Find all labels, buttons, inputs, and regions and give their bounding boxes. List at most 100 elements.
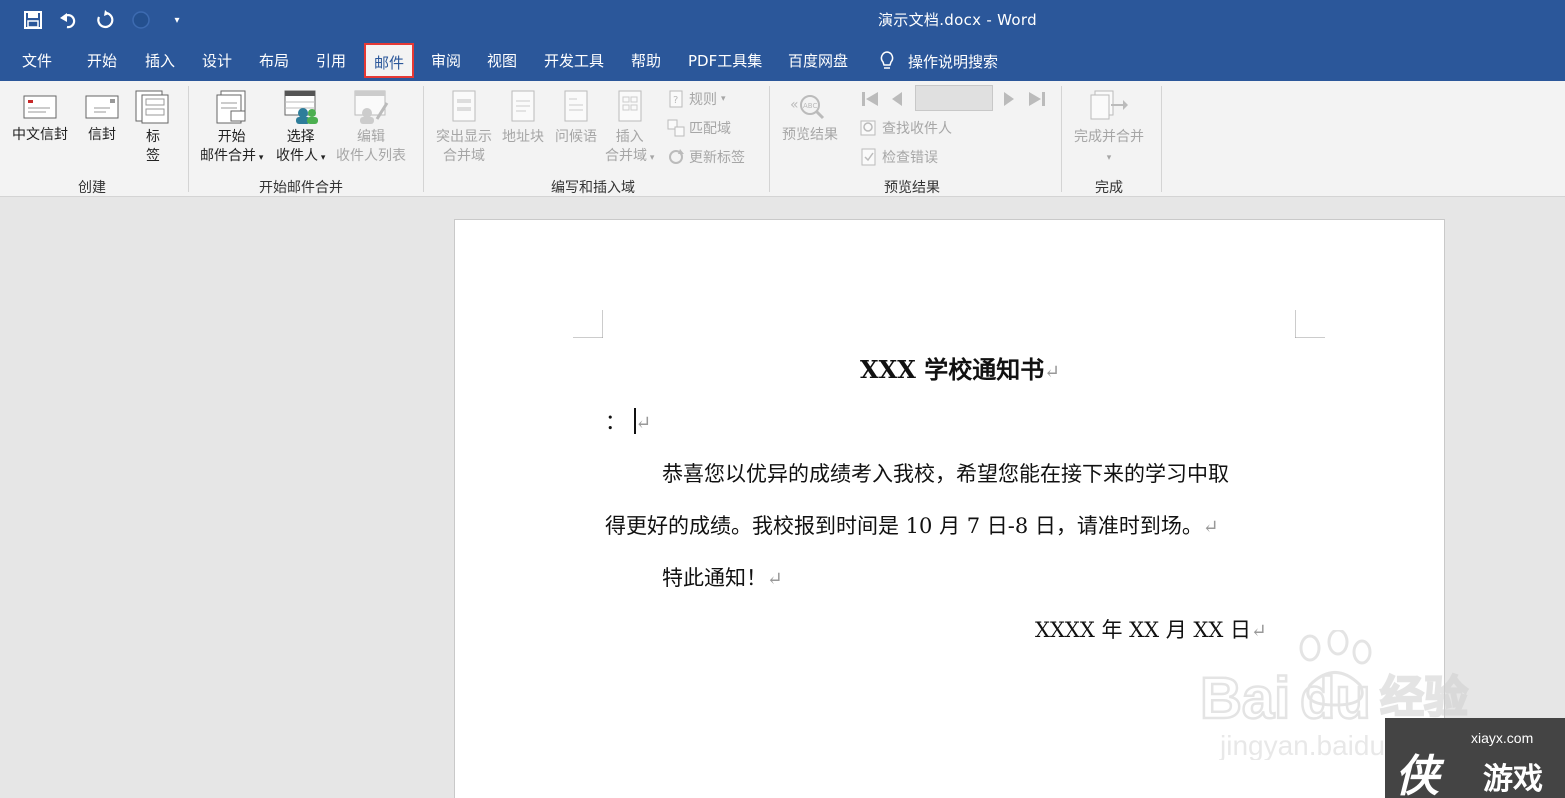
lightbulb-icon	[880, 51, 894, 69]
select-recipients-icon	[284, 90, 318, 124]
rules-button[interactable]: ? 规则 ▾	[667, 89, 726, 109]
match-fields-icon	[667, 119, 685, 137]
body-line-2[interactable]: 得更好的成绩。我校报到时间是 10 月 7 日-8 日，请准时到场。↵	[605, 510, 1219, 540]
labels-button[interactable]: 标 签	[134, 89, 172, 166]
edit-recipient-list-icon	[354, 90, 389, 124]
group-separator	[769, 86, 770, 192]
tab-view[interactable]: 视图	[487, 50, 517, 71]
highlight-fields-icon	[452, 90, 476, 122]
preview-results-label: 预览结果	[782, 127, 838, 143]
envelope-icon	[85, 95, 119, 119]
tab-layout[interactable]: 布局	[259, 50, 289, 71]
labels-label-line2: 签	[146, 148, 160, 164]
highlight-merge-fields-button[interactable]: 突出显示 合并域	[436, 89, 492, 166]
edit-recipient-list-label-line2: 收件人列表	[336, 148, 406, 164]
rules-label: 规则	[689, 92, 717, 108]
touch-mode-icon[interactable]	[130, 9, 152, 31]
closing-line[interactable]: 特此通知！↵	[662, 562, 783, 592]
salutation-line[interactable]: ： ↵	[605, 406, 651, 436]
crop-mark-top-left	[573, 310, 603, 338]
group-separator	[1161, 86, 1162, 192]
watermark-logo: 侠	[1395, 751, 1439, 798]
check-errors-label: 检查错误	[882, 150, 938, 166]
last-record-icon[interactable]	[1027, 89, 1047, 109]
labels-icon	[135, 90, 169, 124]
select-recipients-label-line2: 收件人	[276, 148, 318, 164]
find-recipient-label: 查找收件人	[882, 121, 952, 137]
finish-merge-label: 完成并合并	[1074, 129, 1144, 145]
finish-merge-button[interactable]: 完成并合并 ▾	[1074, 89, 1144, 168]
svg-text:经验: 经验	[1380, 672, 1468, 723]
update-labels-icon	[669, 149, 684, 164]
title-bar: ▾ 演示文档.docx - Word	[0, 0, 1565, 40]
quick-access-toolbar: ▾	[22, 9, 188, 31]
tab-baidu-netdisk[interactable]: 百度网盘	[788, 50, 848, 71]
tab-home[interactable]: 开始	[87, 50, 117, 71]
greeting-line-icon	[564, 90, 588, 122]
select-recipients-button[interactable]: 选择 收件人 ▾	[276, 89, 325, 168]
window-title: 演示文档.docx - Word	[878, 11, 1037, 29]
insert-merge-field-icon	[618, 90, 642, 122]
svg-text:Bai: Bai	[1200, 666, 1290, 731]
labels-label-line1: 标	[146, 129, 160, 145]
tab-file[interactable]: 文件	[22, 50, 52, 71]
start-mail-merge-button[interactable]: 开始 邮件合并 ▾	[200, 89, 263, 168]
match-fields-button[interactable]: 匹配域	[667, 118, 731, 138]
finish-merge-icon	[1090, 90, 1128, 120]
start-mail-merge-label-line2: 邮件合并	[200, 148, 256, 164]
record-number-input[interactable]	[915, 85, 993, 111]
group-label-preview-results: 预览结果	[884, 180, 940, 196]
paragraph-mark: ↵	[1044, 361, 1061, 383]
edit-recipient-list-label-line1: 编辑	[357, 129, 385, 145]
group-label-start-mail-merge: 开始邮件合并	[259, 180, 343, 196]
find-recipient-icon	[860, 120, 876, 136]
tell-me-search[interactable]: 操作说明搜索	[878, 50, 998, 72]
insert-merge-field-button[interactable]: 插入 合并域 ▾	[605, 89, 654, 168]
update-labels-button[interactable]: 更新标签	[667, 147, 745, 167]
tab-references[interactable]: 引用	[316, 50, 346, 71]
redo-icon[interactable]	[94, 9, 116, 31]
tab-help[interactable]: 帮助	[631, 50, 661, 71]
xiayx-watermark: xiayx.com 侠 游戏	[1385, 718, 1565, 798]
find-recipient-button[interactable]: 查找收件人	[860, 118, 952, 138]
next-record-icon[interactable]	[999, 89, 1019, 109]
customize-qat-icon[interactable]: ▾	[166, 9, 188, 31]
envelopes-button[interactable]: 信封	[84, 93, 120, 145]
chinese-envelope-button[interactable]: 中文信封	[12, 93, 68, 145]
group-label-finish: 完成	[1095, 180, 1123, 196]
envelope-cn-icon	[23, 95, 57, 119]
svg-text:du: du	[1300, 666, 1371, 731]
group-separator	[423, 86, 424, 192]
paragraph-mark: ↵	[767, 568, 783, 590]
tab-review[interactable]: 审阅	[431, 50, 461, 71]
chinese-envelope-label: 中文信封	[12, 127, 68, 143]
undo-icon[interactable]	[58, 9, 80, 31]
tab-developer[interactable]: 开发工具	[544, 50, 604, 71]
tab-mailings[interactable]: 邮件	[364, 43, 415, 78]
group-label-create: 创建	[78, 180, 106, 196]
body-line-1[interactable]: 恭喜您以优异的成绩考入我校，希望您能在接下来的学习中取	[662, 458, 1229, 488]
tab-insert[interactable]: 插入	[145, 50, 175, 71]
svg-text:?: ?	[673, 95, 678, 106]
address-block-button[interactable]: 地址块	[502, 89, 544, 147]
paragraph-mark: ↵	[635, 412, 652, 434]
group-label-write-insert-fields: 编写和插入域	[551, 180, 635, 196]
greeting-line-button[interactable]: 问候语	[555, 89, 597, 147]
check-errors-button[interactable]: 检查错误	[860, 147, 938, 167]
previous-record-icon[interactable]	[887, 89, 907, 109]
check-errors-icon	[861, 148, 876, 166]
preview-results-button[interactable]: « ABC 预览结果	[782, 91, 838, 145]
group-separator	[1061, 86, 1062, 192]
envelopes-label: 信封	[88, 127, 116, 143]
save-icon[interactable]	[22, 9, 44, 31]
salutation-text: ：	[605, 410, 626, 434]
edit-recipient-list-button[interactable]: 编辑 收件人列表	[336, 89, 406, 166]
tab-pdf-tools[interactable]: PDF工具集	[688, 50, 762, 71]
preview-results-icon: « ABC	[790, 95, 825, 120]
start-mail-merge-icon	[216, 90, 246, 124]
ribbon-tabs: 文件 开始 插入 设计 布局 引用 邮件 审阅 视图 开发工具 帮助 PDF工具…	[0, 40, 1565, 81]
update-labels-label: 更新标签	[689, 150, 745, 166]
first-record-icon[interactable]	[860, 89, 880, 109]
tab-design[interactable]: 设计	[202, 50, 232, 71]
document-heading[interactable]: XXX 学校通知书↵	[860, 350, 1060, 385]
